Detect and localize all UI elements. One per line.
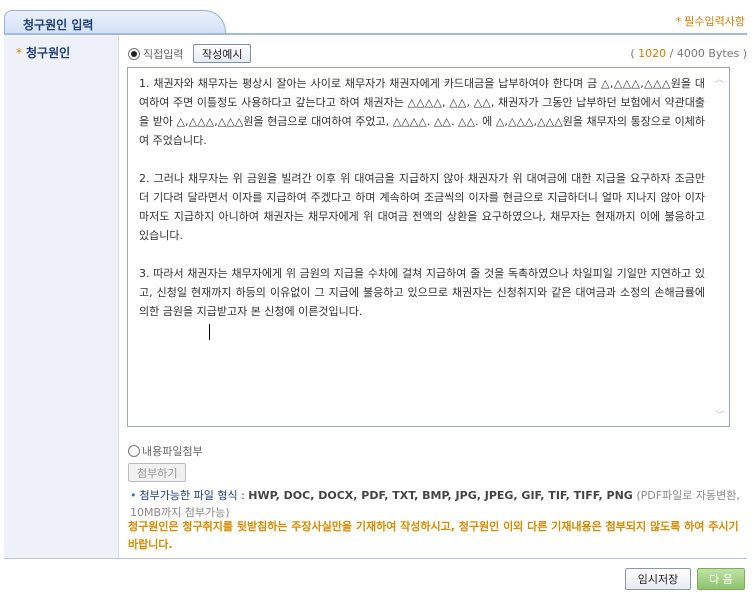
required-star-icon: * xyxy=(16,46,22,60)
bullet-icon: • xyxy=(130,489,137,502)
field-label: * 청구원인 xyxy=(16,44,70,61)
footer-divider xyxy=(4,558,747,559)
direct-input-label: 직접입력 xyxy=(143,48,184,61)
example-button[interactable]: 작성예시 xyxy=(193,44,252,63)
content-paragraph: 3. 따라서 채권자는 채무자에게 위 금원의 지급을 수차에 걸쳐 지급하여 … xyxy=(139,267,705,318)
required-star-icon: * xyxy=(675,15,682,28)
temp-save-button[interactable]: 임시저장 xyxy=(625,568,691,590)
direct-input-option[interactable]: 직접입력 xyxy=(128,46,183,62)
byte-count-open: ( xyxy=(630,47,639,60)
attach-button[interactable]: 첨부하기 xyxy=(128,463,187,482)
input-column: 직접입력 작성예시 ( 1020 / 4000 Bytes ) 1. 채권자와 … xyxy=(119,35,747,558)
label-column: * 청구원인 xyxy=(4,35,119,558)
scroll-down-arrow-icon[interactable]: ﹀ xyxy=(715,412,725,421)
direct-input-radio[interactable] xyxy=(128,48,140,60)
claim-cause-textarea[interactable]: 1. 채권자와 채무자는 평상시 잘아는 사이로 채무자가 채권자에게 카드대금… xyxy=(127,67,730,427)
textarea-content[interactable]: 1. 채권자와 채무자는 평상시 잘아는 사이로 채무자가 채권자에게 카드대금… xyxy=(139,74,705,340)
section-title: 청구원인 입력 xyxy=(23,18,94,32)
warning-notice: 청구원인은 청구취지를 뒷받침하는 주장사실만을 기재하여 작성하시고, 청구원… xyxy=(128,520,739,551)
header-bar: 청구원인 입력 * 필수입력사항 xyxy=(0,0,755,35)
required-note-text: 필수입력사항 xyxy=(684,15,745,28)
byte-count-total: / 4000 Bytes ) xyxy=(666,47,747,60)
byte-counter: ( 1020 / 4000 Bytes ) xyxy=(630,47,747,60)
next-button[interactable]: 다 음 xyxy=(697,568,745,590)
required-note: * 필수입력사항 xyxy=(676,13,745,29)
file-format-label: 첨부가능한 파일 형식 : xyxy=(139,489,249,502)
file-attach-option[interactable]: 내용파일첨부 xyxy=(128,443,203,459)
file-format-list: HWP, DOC, DOCX, PDF, TXT, BMP, JPG, JPEG… xyxy=(248,489,633,502)
scroll-up-arrow-icon[interactable]: ︿ xyxy=(715,76,725,85)
section-tab: 청구원인 입력 xyxy=(4,10,226,34)
content-paragraph: 1. 채권자와 채무자는 평상시 잘아는 사이로 채무자가 채권자에게 카드대금… xyxy=(139,77,705,147)
file-format-info: • 첨부가능한 파일 형식 : HWP, DOC, DOCX, PDF, TXT,… xyxy=(130,487,742,521)
file-attach-label: 내용파일첨부 xyxy=(142,445,203,458)
content-paragraph: 2. 그러나 채무자는 위 금원을 빌려간 이후 위 대여금을 지급하지 않아 … xyxy=(139,172,705,242)
text-cursor xyxy=(209,324,210,340)
byte-count-current: 1020 xyxy=(638,47,667,60)
file-attach-radio[interactable] xyxy=(128,445,140,457)
field-label-text: 청구원인 xyxy=(26,46,71,60)
